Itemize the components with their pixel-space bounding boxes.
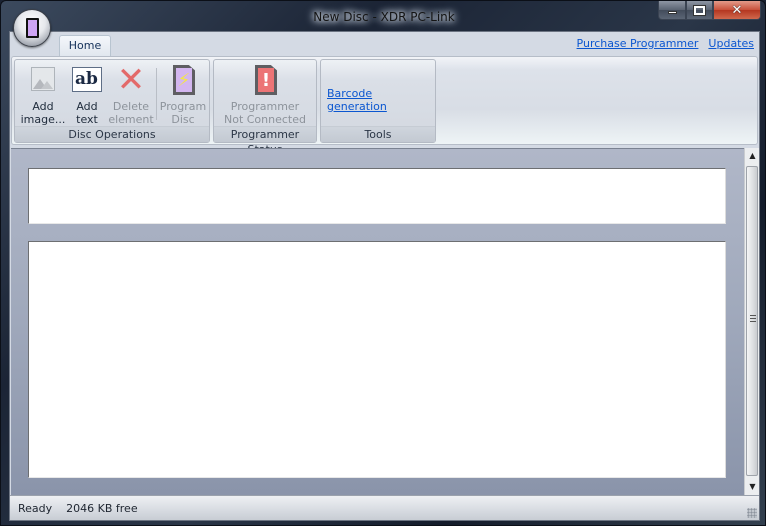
maximize-icon [693,4,706,16]
delete-element-label-2: element [108,113,154,126]
programmer-status-label-1: Programmer [230,100,300,113]
ribbon: Add image... ab Add text ✕ Delete elemen… [11,56,758,156]
app-window: New Disc - XDR PC-Link ✕ Home Purchase P… [0,0,766,526]
main-design-panel[interactable] [28,241,726,478]
add-image-button[interactable]: Add image... [18,62,68,126]
group-tools: Barcode generation Tools [320,59,436,143]
add-text-label-2: text [76,113,98,126]
design-workspace [11,148,744,495]
purchase-programmer-link[interactable]: Purchase Programmer [577,37,699,50]
add-image-label-1: Add [32,100,54,113]
add-image-label-2: image... [20,113,66,126]
program-disc-label-2: Disc [171,113,195,126]
window-title: New Disc - XDR PC-Link [313,10,455,24]
program-disc-label-1: Program [159,100,207,113]
delete-element-label-1: Delete [112,100,150,113]
group-programmer-status: ! Programmer Not Connected Programmer St… [213,59,317,156]
ribbon-separator [156,68,157,120]
warning-card-icon: ! [249,64,281,96]
barcode-generation-link[interactable]: Barcode generation [327,87,435,113]
group-label-tools: Tools [321,126,435,142]
tab-home[interactable]: Home [59,35,111,57]
top-links: Purchase Programmer Updates [577,37,754,50]
disc-icon [26,18,39,38]
scroll-up-icon[interactable]: ▲ [745,148,760,164]
close-button[interactable]: ✕ [713,1,761,20]
add-text-label-1: Add [76,100,98,113]
image-icon [27,64,59,96]
client-area: Home Purchase Programmer Updates Add ima… [9,31,760,521]
group-label-disc-operations: Disc Operations [15,126,209,142]
caption-buttons: ✕ [658,1,761,21]
programmer-status-label-2: Not Connected [223,113,306,126]
status-text: Ready [18,501,53,515]
group-label-programmer-status: Programmer Status [214,126,316,156]
program-disc-button[interactable]: ⚡ Program Disc [159,62,207,126]
programmer-status-button[interactable]: ! Programmer Not Connected [216,62,314,126]
delete-icon: ✕ [116,60,146,100]
add-text-button[interactable]: ab Add text [68,62,106,126]
status-bar: Ready 2046 KB free [10,495,759,520]
top-text-panel[interactable] [28,168,726,224]
maximize-button[interactable] [686,1,713,20]
application-menu-button[interactable] [13,9,51,47]
text-icon: ab [71,64,103,96]
minimize-button[interactable] [658,1,686,20]
program-disc-icon: ⚡ [167,64,199,96]
vertical-scrollbar[interactable]: ▲ ▼ [744,148,759,495]
minimize-icon [667,11,677,14]
scroll-down-icon[interactable]: ▼ [745,479,760,495]
exclamation-icon: ! [258,68,274,92]
text-icon-glyph: ab [72,67,102,92]
scroll-thumb[interactable] [746,166,758,476]
grip-icon [750,315,756,323]
updates-link[interactable]: Updates [708,37,754,50]
free-space-text: 2046 KB free [66,501,138,515]
close-icon: ✕ [731,2,743,18]
lightning-icon: ⚡ [176,68,192,92]
delete-element-button[interactable]: ✕ Delete element [107,62,155,126]
group-disc-operations: Add image... ab Add text ✕ Delete elemen… [14,59,210,143]
resize-grip-icon[interactable] [747,508,757,518]
ribbon-tab-row: Home Purchase Programmer Updates [10,32,759,57]
title-bar[interactable]: New Disc - XDR PC-Link ✕ [1,1,766,31]
